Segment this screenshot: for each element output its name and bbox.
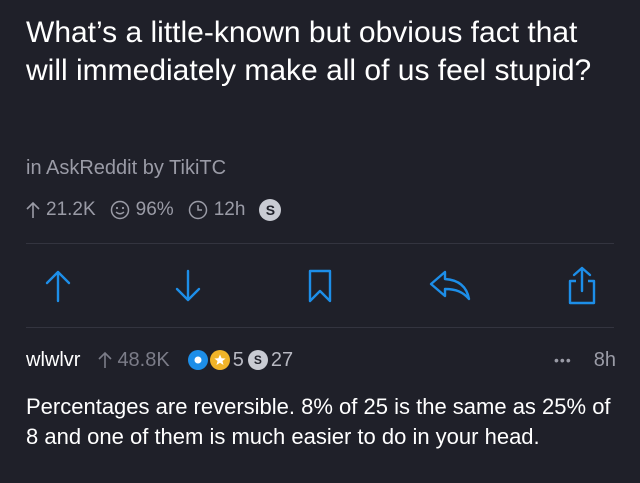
comment-age: 8h bbox=[593, 348, 616, 371]
reply-icon bbox=[429, 270, 471, 301]
gold-award-icon bbox=[209, 350, 230, 370]
post-upvote-ratio-value: 96% bbox=[135, 199, 174, 220]
smiley-icon bbox=[110, 200, 129, 220]
save-button[interactable] bbox=[298, 262, 342, 310]
silver-award-count: 27 bbox=[270, 348, 294, 371]
divider-bottom bbox=[26, 327, 614, 328]
comment-body[interactable]: Percentages are reversible. 8% of 25 is … bbox=[26, 392, 616, 452]
share-button[interactable] bbox=[560, 262, 604, 310]
gold-award-count: 5 bbox=[232, 348, 244, 371]
clock-icon bbox=[188, 200, 207, 220]
post-meta[interactable]: in AskReddit by TikiTC bbox=[26, 157, 226, 180]
comment-header: wlwlvr 48.8K 5 S 27 ••• 8h bbox=[26, 348, 616, 372]
divider-top bbox=[26, 243, 614, 244]
reply-button[interactable] bbox=[428, 262, 472, 310]
post-upvote-ratio: 96% bbox=[110, 199, 174, 221]
post-score-value: 21.2K bbox=[46, 199, 96, 220]
downvote-button[interactable] bbox=[166, 262, 210, 310]
silver-award-icon: S bbox=[259, 199, 282, 221]
comment-right: ••• 8h bbox=[554, 349, 616, 372]
silver-award-icon: S bbox=[247, 350, 268, 370]
comment-score: 48.8K bbox=[98, 348, 170, 372]
score-arrow-icon bbox=[98, 351, 113, 368]
upvote-icon bbox=[45, 270, 71, 303]
post-screen: What’s a little-known but obvious fact t… bbox=[0, 0, 640, 483]
post-score: 21.2K bbox=[26, 199, 96, 221]
comment-author[interactable]: wlwlvr bbox=[26, 349, 80, 372]
post-title[interactable]: What’s a little-known but obvious fact t… bbox=[26, 14, 626, 90]
more-options-icon[interactable]: ••• bbox=[554, 352, 572, 368]
post-age-value: 12h bbox=[213, 199, 246, 220]
comment-score-value: 48.8K bbox=[117, 348, 170, 371]
share-icon bbox=[568, 266, 596, 305]
score-arrow-icon bbox=[26, 201, 40, 218]
bookmark-icon bbox=[308, 269, 332, 303]
downvote-icon bbox=[175, 269, 201, 302]
upvote-button[interactable] bbox=[36, 262, 80, 310]
platinum-award-icon bbox=[187, 350, 208, 370]
award-group[interactable]: 5 S 27 bbox=[187, 348, 297, 372]
post-age: 12h bbox=[188, 199, 246, 221]
action-bar bbox=[0, 262, 640, 314]
post-stats: 21.2K 96% 12h S bbox=[26, 198, 282, 222]
